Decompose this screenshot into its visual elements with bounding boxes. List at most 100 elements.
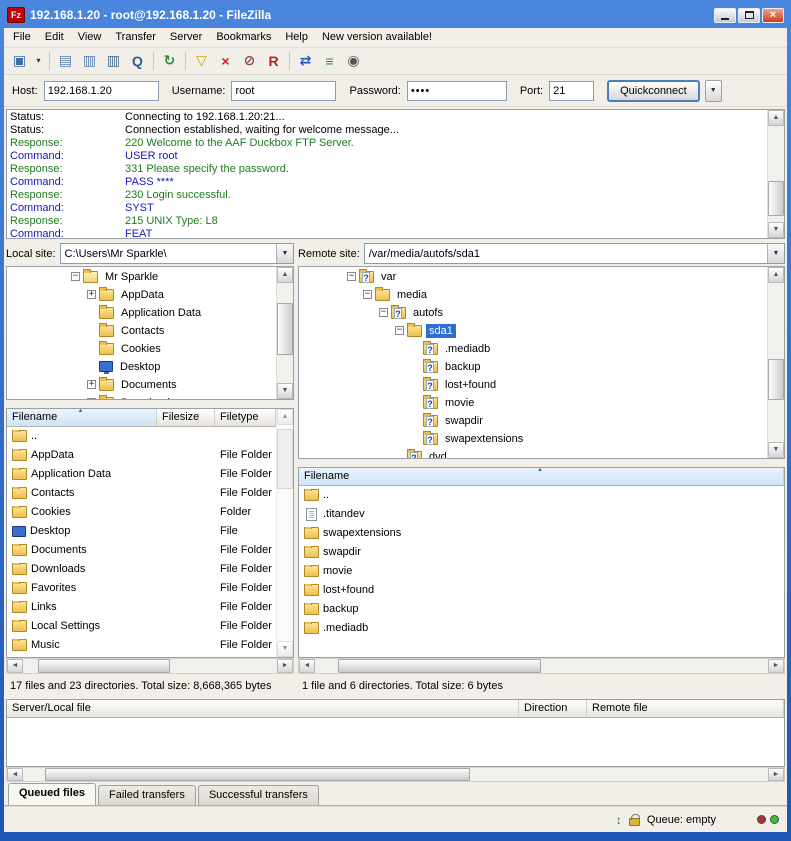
file-row-item[interactable]: ..	[299, 486, 784, 505]
scroll-right-icon[interactable]: ►	[277, 659, 293, 673]
scroll-track[interactable]	[23, 768, 768, 782]
file-row-appdata[interactable]: AppDataFile Folder	[7, 446, 276, 465]
collapse-icon[interactable]: −	[379, 308, 388, 317]
queue-horizontal-scrollbar[interactable]: ◄ ►	[6, 767, 785, 783]
tree-item-appdata[interactable]: +AppData	[7, 286, 276, 304]
column-header-filename[interactable]: ▲Filename	[7, 409, 157, 426]
tree-item-dvd[interactable]: ?dvd	[299, 448, 767, 458]
scroll-up-icon[interactable]: ▲	[768, 110, 784, 126]
sync-browsing-icon[interactable]: ≡	[318, 50, 341, 72]
file-row-favorites[interactable]: FavoritesFile Folder	[7, 579, 276, 598]
maximize-button[interactable]	[738, 8, 760, 23]
scroll-up-icon[interactable]: ▲	[768, 267, 784, 283]
menu-help[interactable]: Help	[278, 29, 315, 45]
toggle-queue-icon[interactable]: Q	[126, 50, 149, 72]
scroll-left-icon[interactable]: ◄	[299, 659, 315, 673]
tree-item-desktop[interactable]: Desktop	[7, 358, 276, 376]
tree-item-media[interactable]: −media	[299, 286, 767, 304]
local-list-scrollbar[interactable]: ▲ ▼	[276, 409, 293, 657]
cancel-icon[interactable]: ×	[214, 50, 237, 72]
file-row-mediadb[interactable]: .mediadb	[299, 619, 784, 638]
tree-item-var[interactable]: −?var	[299, 268, 767, 286]
menu-transfer[interactable]: Transfer	[108, 29, 163, 45]
file-row-contacts[interactable]: ContactsFile Folder	[7, 484, 276, 503]
site-manager-dropdown-icon[interactable]: ▾	[32, 50, 45, 72]
menu-server[interactable]: Server	[163, 29, 209, 45]
reconnect-icon[interactable]: R	[262, 50, 285, 72]
file-row-downloads[interactable]: DownloadsFile Folder	[7, 560, 276, 579]
log-vertical-scrollbar[interactable]: ▲ ▼	[767, 110, 784, 238]
tree-item-movie[interactable]: ?movie	[299, 394, 767, 412]
scroll-up-icon[interactable]: ▲	[277, 409, 293, 425]
tree-item-mediadb[interactable]: ?.mediadb	[299, 340, 767, 358]
tree-item-backup[interactable]: ?backup	[299, 358, 767, 376]
encryption-lock-icon[interactable]	[629, 818, 640, 826]
find-icon[interactable]: ◉	[342, 50, 365, 72]
column-header-filesize[interactable]: Filesize	[157, 409, 215, 426]
scroll-track[interactable]	[277, 283, 293, 383]
collapse-icon[interactable]: −	[347, 272, 356, 281]
file-row-item[interactable]: ..	[7, 427, 276, 446]
tree-item-sda1[interactable]: −sda1	[299, 322, 767, 340]
column-header-filename[interactable]: ▲Filename	[299, 468, 784, 485]
remote-tree-scrollbar[interactable]: ▲ ▼	[767, 267, 784, 458]
file-row-swapdir[interactable]: swapdir	[299, 543, 784, 562]
scroll-left-icon[interactable]: ◄	[7, 659, 23, 673]
username-input[interactable]	[231, 81, 336, 101]
title-bar[interactable]: Fz 192.168.1.20 - root@192.168.1.20 - Fi…	[4, 2, 787, 28]
remote-horizontal-scrollbar[interactable]: ◄ ►	[298, 658, 785, 674]
tree-item-application-data[interactable]: Application Data	[7, 304, 276, 322]
collapse-icon[interactable]: −	[395, 326, 404, 335]
password-input[interactable]	[407, 81, 507, 101]
menu-edit[interactable]: Edit	[38, 29, 71, 45]
file-row-cookies[interactable]: CookiesFolder	[7, 503, 276, 522]
file-row-titandev[interactable]: .titandev	[299, 505, 784, 524]
local-horizontal-scrollbar[interactable]: ◄ ►	[6, 658, 294, 674]
tree-item-mr-sparkle[interactable]: −Mr Sparkle	[7, 268, 276, 286]
scroll-track[interactable]	[23, 659, 277, 673]
scroll-thumb[interactable]	[277, 303, 293, 355]
collapse-icon[interactable]: −	[71, 272, 80, 281]
expand-icon[interactable]: +	[87, 290, 96, 299]
combo-dropdown-icon[interactable]: ▼	[767, 244, 784, 263]
scroll-track[interactable]	[315, 659, 768, 673]
toggle-remote-tree-icon[interactable]: ▥	[102, 50, 125, 72]
site-manager-icon[interactable]: ▣	[8, 50, 31, 72]
disconnect-icon[interactable]: ⊘	[238, 50, 261, 72]
scroll-left-icon[interactable]: ◄	[7, 768, 23, 782]
tree-item-swapextensions[interactable]: ?swapextensions	[299, 430, 767, 448]
quickconnect-dropdown-button[interactable]: ▼	[705, 80, 722, 102]
toggle-message-log-icon[interactable]: ▤	[54, 50, 77, 72]
file-row-application-data[interactable]: Application DataFile Folder	[7, 465, 276, 484]
file-row-links[interactable]: LinksFile Folder	[7, 598, 276, 617]
scroll-thumb[interactable]	[768, 359, 784, 400]
expand-icon[interactable]: +	[87, 398, 96, 399]
file-row-music[interactable]: MusicFile Folder	[7, 636, 276, 655]
menu-bookmarks[interactable]: Bookmarks	[209, 29, 278, 45]
tab-queued-files[interactable]: Queued files	[8, 783, 96, 805]
tree-item-swapdir[interactable]: ?swapdir	[299, 412, 767, 430]
scroll-up-icon[interactable]: ▲	[277, 267, 293, 283]
scroll-down-icon[interactable]: ▼	[768, 222, 784, 238]
tab-successful-transfers[interactable]: Successful transfers	[198, 785, 319, 805]
queue-column-remote-file[interactable]: Remote file	[587, 700, 784, 717]
scroll-right-icon[interactable]: ►	[768, 659, 784, 673]
tree-item-lost-found[interactable]: ?lost+found	[299, 376, 767, 394]
compare-icon[interactable]: ⇄	[294, 50, 317, 72]
file-row-local-settings[interactable]: Local SettingsFile Folder	[7, 617, 276, 636]
tree-item-autofs[interactable]: −?autofs	[299, 304, 767, 322]
menu-new-version-available[interactable]: New version available!	[315, 29, 439, 45]
file-row-documents[interactable]: DocumentsFile Folder	[7, 541, 276, 560]
tree-item-contacts[interactable]: Contacts	[7, 322, 276, 340]
scroll-thumb[interactable]	[38, 659, 170, 673]
collapse-icon[interactable]: −	[363, 290, 372, 299]
column-header-filetype[interactable]: Filetype	[215, 409, 276, 426]
quickconnect-button[interactable]: Quickconnect	[607, 80, 700, 102]
close-button[interactable]: ×	[762, 8, 784, 23]
remote-site-combo[interactable]: /var/media/autofs/sda1 ▼	[364, 243, 785, 264]
refresh-icon[interactable]: ↻	[158, 50, 181, 72]
scroll-thumb[interactable]	[338, 659, 542, 673]
menu-view[interactable]: View	[71, 29, 109, 45]
queue-column-server-local-file[interactable]: Server/Local file	[7, 700, 519, 717]
tree-item-downloads[interactable]: +Downloads	[7, 394, 276, 399]
